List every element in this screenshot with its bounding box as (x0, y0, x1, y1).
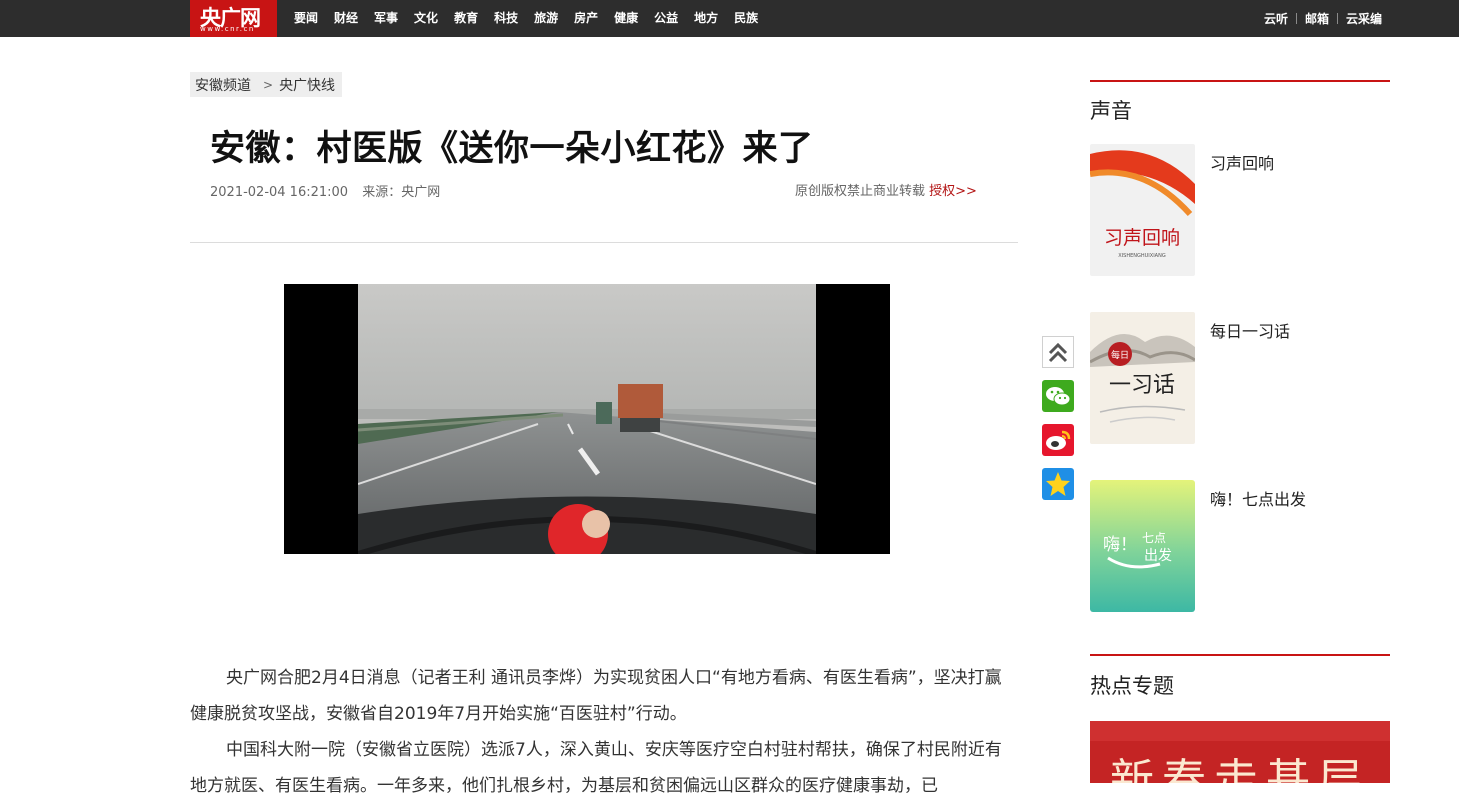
publish-datetime: 2021-02-04 16:21:00 (210, 185, 349, 200)
back-to-top-icon[interactable] (1042, 336, 1074, 368)
xisheng-thumb-text: 习声回响 (1104, 227, 1180, 249)
banner-artwork: 新春走基层 (1090, 721, 1390, 783)
nav-item-finance[interactable]: 财经 (334, 0, 358, 37)
article-title: 安徽：村医版《送你一朵小红花》来了 (210, 129, 814, 169)
nav-item-ethnic[interactable]: 民族 (734, 0, 758, 37)
breadcrumb-channel[interactable]: 安徽频道 (195, 75, 251, 95)
banner-text: 新春走基层 (1110, 755, 1370, 783)
xisheng-thumb-subtext: XISHENGHUIXIANG (1118, 253, 1166, 259)
voice-section-title: 声音 (1090, 99, 1132, 123)
article-paragraph: 中国科大附一院（安徽省立医院）选派7人，深入黄山、安庆等医疗空白村驻村帮扶，确保… (190, 740, 1002, 796)
voice-item-label[interactable]: 习声回响 (1210, 150, 1274, 174)
article-source: 来源：央广网 (362, 185, 441, 200)
nav-item-education[interactable]: 教育 (454, 0, 478, 37)
voice-thumb-xisheng[interactable]: 习声回响 XISHENGHUIXIANG (1090, 144, 1195, 276)
main-nav: 要闻 财经 军事 文化 教育 科技 旅游 房产 健康 公益 地方 民族 (294, 0, 774, 37)
top-navigation-bar: 央广网 www.cnr.cn 要闻 财经 军事 文化 教育 科技 旅游 房产 健… (0, 0, 1459, 37)
nav-item-tech[interactable]: 科技 (494, 0, 518, 37)
meiri-artwork: 每日 一习话 (1090, 312, 1195, 444)
weibo-icon[interactable] (1042, 424, 1074, 456)
cnr-logo[interactable]: 央广网 www.cnr.cn (190, 0, 277, 37)
nav-item-health[interactable]: 健康 (614, 0, 638, 37)
nav-item-travel[interactable]: 旅游 (534, 0, 558, 37)
mailbox-link[interactable]: 邮箱 (1297, 10, 1337, 27)
meiri-thumb-text: 一习话 (1109, 373, 1175, 398)
section-divider (1090, 654, 1390, 656)
qidian-artwork: 嗨！ 七点 出发 (1090, 480, 1195, 612)
breadcrumb-separator: > (263, 77, 274, 92)
authorization-link[interactable]: 授权>> (929, 184, 977, 199)
article-body: 央广网合肥2月4日消息（记者王利 通讯员李烨）为实现贫困人口“有地方看病、有医生… (190, 660, 1018, 804)
breadcrumb: 安徽频道 > 央广快线 (190, 72, 343, 97)
nav-item-realestate[interactable]: 房产 (574, 0, 598, 37)
section-divider (1090, 80, 1390, 82)
nav-item-military[interactable]: 军事 (374, 0, 398, 37)
qzone-icon[interactable] (1042, 468, 1074, 500)
xisheng-artwork: 习声回响 XISHENGHUIXIANG (1090, 144, 1195, 276)
voice-thumb-qidian[interactable]: 嗨！ 七点 出发 (1090, 480, 1195, 612)
nav-item-charity[interactable]: 公益 (654, 0, 678, 37)
video-still-highway (358, 284, 816, 554)
article-paragraph: 央广网合肥2月4日消息（记者王利 通讯员李烨）为实现贫困人口“有地方看病、有医生… (190, 668, 1002, 724)
breadcrumb-section[interactable]: 央广快线 (279, 75, 335, 95)
meiri-seal-text: 每日 (1111, 349, 1129, 361)
video-player[interactable] (284, 284, 890, 554)
qidian-thumb-text3: 出发 (1144, 548, 1172, 564)
wechat-icon[interactable] (1042, 380, 1074, 412)
copyright-notice: 原创版权禁止商业转载 授权>> (795, 180, 977, 199)
video-frame (358, 284, 816, 554)
article-meta: 2021-02-04 16:21:00 来源：央广网 (210, 181, 440, 200)
yunting-link[interactable]: 云听 (1256, 10, 1296, 27)
hot-topic-banner[interactable]: 新春走基层 (1090, 721, 1390, 783)
yuncaibian-link[interactable]: 云采编 (1338, 10, 1390, 27)
nav-item-culture[interactable]: 文化 (414, 0, 438, 37)
voice-item-label[interactable]: 嗨！七点出发 (1210, 486, 1306, 510)
nav-item-local[interactable]: 地方 (694, 0, 718, 37)
hot-topics-title: 热点专题 (1090, 674, 1174, 698)
header-divider (190, 242, 1018, 243)
logo-url-text: www.cnr.cn (200, 25, 255, 33)
voice-thumb-meiri[interactable]: 每日 一习话 (1090, 312, 1195, 444)
voice-item-label[interactable]: 每日一习话 (1210, 318, 1290, 342)
qidian-thumb-text2: 七点 (1142, 531, 1166, 545)
top-links: 云听 邮箱 云采编 (1256, 0, 1390, 37)
qidian-thumb-text: 嗨！ (1103, 535, 1137, 555)
nav-item-news[interactable]: 要闻 (294, 0, 318, 37)
copyright-text: 原创版权禁止商业转载 (795, 184, 926, 199)
